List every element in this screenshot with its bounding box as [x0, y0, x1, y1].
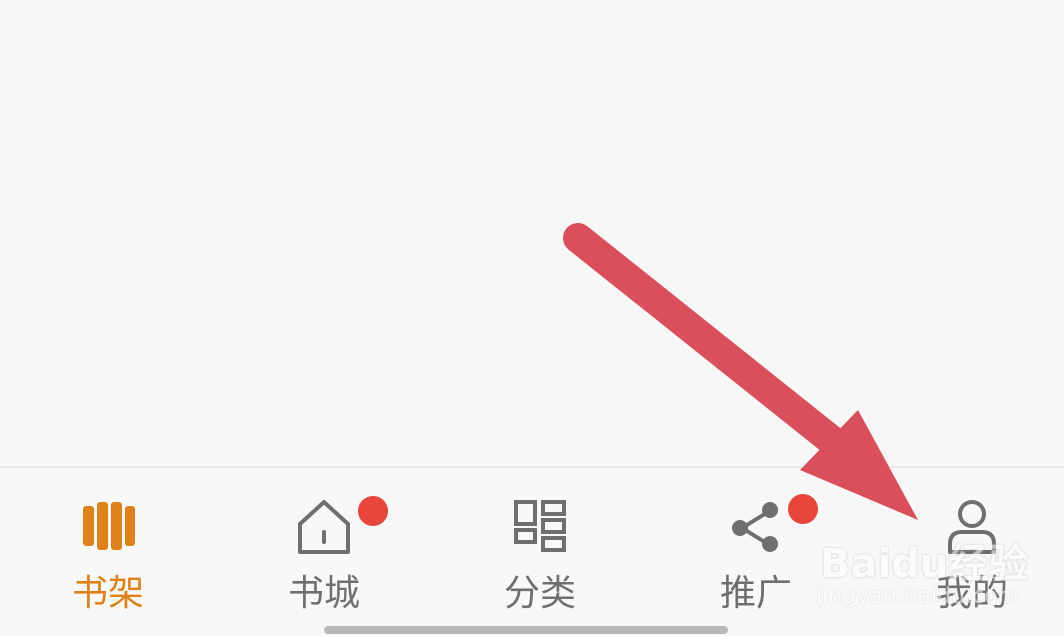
tab-bookstore-label: 书城: [287, 573, 360, 614]
tab-bookshelf-label: 书架: [71, 573, 144, 614]
bookstore-notification-badge: [358, 496, 388, 526]
house-icon: [298, 500, 350, 554]
category-grid-icon: [514, 500, 566, 552]
tab-category-label: 分类: [503, 573, 576, 614]
tab-promote-label: 推广: [719, 573, 792, 614]
bookshelf-content-area: [0, 0, 1064, 466]
bookshelf-icon: [83, 502, 135, 550]
tab-promote[interactable]: 推广: [686, 494, 826, 624]
tab-bookstore[interactable]: 书城: [254, 494, 394, 624]
watermark-brand: Baidu经验: [820, 541, 1029, 587]
app-screen: 书架 书城 分类 推广 我的 Baidu经验 jingyan.baidu.com: [0, 0, 1064, 636]
watermark-url: jingyan.baidu.com: [816, 584, 1020, 609]
tab-category[interactable]: 分类: [470, 494, 610, 624]
baidu-watermark: Baidu经验 jingyan.baidu.com: [812, 520, 1052, 630]
share-icon: [732, 502, 778, 552]
tab-bookshelf[interactable]: 书架: [38, 494, 178, 624]
home-indicator[interactable]: [324, 626, 728, 634]
